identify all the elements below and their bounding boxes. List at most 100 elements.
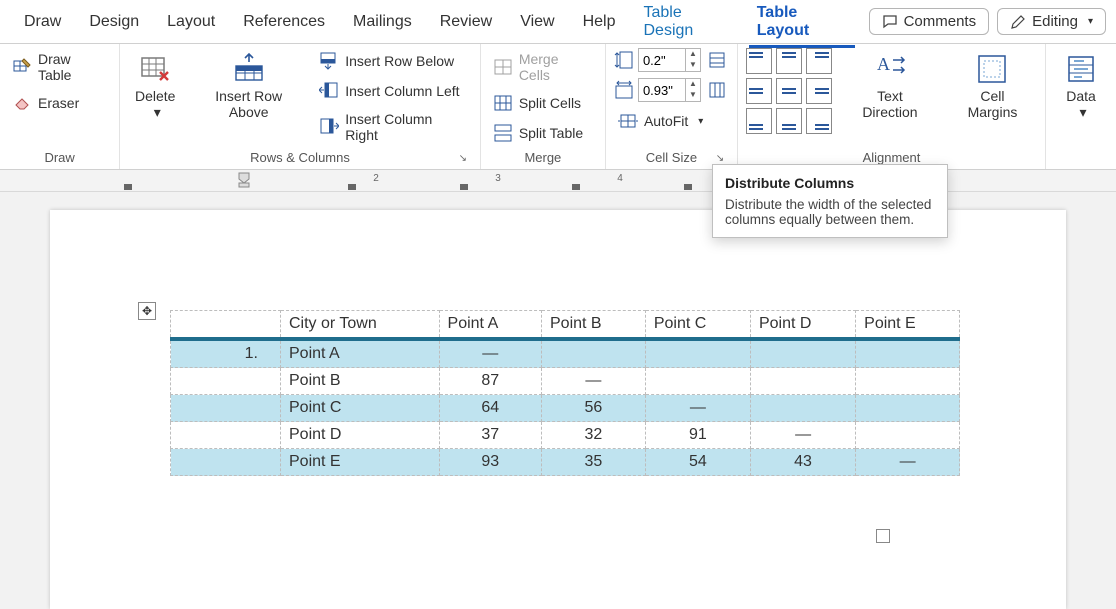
tab-table-layout[interactable]: Table Layout [743,0,861,50]
table-resize-handle[interactable] [876,529,890,543]
text-direction-button[interactable]: A Text Direction [842,48,938,124]
data-cell[interactable]: 54 [645,449,750,476]
row-number-cell[interactable] [171,368,281,395]
distribute-rows-icon [707,50,727,70]
draw-table-button[interactable]: Draw Table [8,48,111,86]
data-cell[interactable] [856,339,960,368]
data-cell[interactable]: 43 [750,449,855,476]
data-cell[interactable]: — [645,395,750,422]
tab-draw[interactable]: Draw [10,3,75,41]
spin-down[interactable]: ▼ [686,90,700,101]
data-cell[interactable]: 93 [439,449,541,476]
align-bot-left[interactable] [746,108,772,134]
data-cell[interactable] [750,368,855,395]
ruler-tab-marker[interactable] [348,184,356,190]
ruler-tab-marker[interactable] [572,184,580,190]
merge-cells-button[interactable]: Merge Cells [489,48,597,86]
row-label-cell[interactable]: Point A [281,339,440,368]
ruler-tab-marker[interactable] [460,184,468,190]
table-row[interactable]: Point D373291— [171,422,960,449]
data-cell[interactable]: — [750,422,855,449]
delete-button[interactable]: Delete ▾ [128,48,182,124]
split-cells-button[interactable]: Split Cells [489,90,597,116]
align-bot-center[interactable] [776,108,802,134]
row-number-cell[interactable] [171,422,281,449]
align-mid-left[interactable] [746,78,772,104]
table-row[interactable]: Point E93355443— [171,449,960,476]
row-height-input[interactable] [639,51,685,70]
row-label-cell[interactable]: Point B [281,368,440,395]
data-cell[interactable]: — [439,339,541,368]
column-width-field[interactable]: ▲ ▼ [638,78,701,102]
align-top-right[interactable] [806,48,832,74]
tab-review[interactable]: Review [426,3,506,41]
spin-up[interactable]: ▲ [686,49,700,60]
data-cell[interactable] [750,395,855,422]
data-cell[interactable]: 64 [439,395,541,422]
cell-size-launcher[interactable]: ↘ [713,151,727,165]
autofit-button[interactable]: AutoFit ▾ [614,108,729,134]
editing-mode-button[interactable]: Editing ▾ [997,8,1106,35]
tab-layout[interactable]: Layout [153,3,229,41]
insert-column-left-button[interactable]: Insert Column Left [315,78,472,104]
table-row[interactable]: Point C6456— [171,395,960,422]
insert-column-right-button[interactable]: Insert Column Right [315,108,472,146]
tab-references[interactable]: References [229,3,339,41]
tab-design[interactable]: Design [75,3,153,41]
data-cell[interactable] [856,422,960,449]
ruler-tab-marker[interactable] [124,184,132,190]
rows-cols-launcher[interactable]: ↘ [456,151,470,165]
align-mid-center[interactable] [776,78,802,104]
data-button[interactable]: Data ▾ [1054,48,1108,124]
tooltip-distribute-columns: Distribute Columns Distribute the width … [712,164,948,238]
data-cell[interactable]: 56 [542,395,646,422]
row-label-cell[interactable]: Point E [281,449,440,476]
row-number-cell[interactable]: 1. [171,339,281,368]
row-number-cell[interactable] [171,449,281,476]
distribute-rows-button[interactable] [705,48,729,72]
align-top-left[interactable] [746,48,772,74]
tab-help[interactable]: Help [569,3,630,41]
data-table[interactable]: City or Town Point A Point B Point C Poi… [170,310,960,476]
align-bot-right[interactable] [806,108,832,134]
row-height-field[interactable]: ▲ ▼ [638,48,701,72]
row-number-cell[interactable] [171,395,281,422]
insert-row-above-button[interactable]: Insert Row Above [188,48,309,124]
data-cell[interactable]: 32 [542,422,646,449]
cell-margins-button[interactable]: Cell Margins [948,48,1037,124]
data-cell[interactable]: 35 [542,449,646,476]
distribute-columns-button[interactable] [705,78,729,102]
spin-up[interactable]: ▲ [686,79,700,90]
data-cell[interactable]: — [542,368,646,395]
data-cell[interactable]: 87 [439,368,541,395]
data-cell[interactable] [645,339,750,368]
data-cell[interactable] [750,339,855,368]
ruler-indent-handle[interactable] [238,172,250,188]
data-cell[interactable]: 91 [645,422,750,449]
column-width-input[interactable] [639,81,685,100]
comments-button[interactable]: Comments [869,8,990,35]
tab-mailings[interactable]: Mailings [339,3,426,41]
table-row[interactable]: Point B87— [171,368,960,395]
data-cell[interactable] [542,339,646,368]
split-table-button[interactable]: Split Table [489,120,597,146]
table-row[interactable]: 1.Point A— [171,339,960,368]
page[interactable]: ✥ City or Town Point A Point B Point C P… [50,210,1066,609]
data-cell[interactable] [856,395,960,422]
ruler-tab-marker[interactable] [684,184,692,190]
table-move-handle[interactable]: ✥ [138,302,156,320]
horizontal-ruler[interactable]: 2 3 4 [0,170,1116,192]
row-label-cell[interactable]: Point D [281,422,440,449]
data-cell[interactable]: — [856,449,960,476]
tab-table-design[interactable]: Table Design [629,0,742,50]
align-mid-right[interactable] [806,78,832,104]
data-cell[interactable] [645,368,750,395]
tab-view[interactable]: View [506,3,568,41]
spin-down[interactable]: ▼ [686,60,700,71]
row-label-cell[interactable]: Point C [281,395,440,422]
align-top-center[interactable] [776,48,802,74]
data-cell[interactable] [856,368,960,395]
insert-row-below-button[interactable]: Insert Row Below [315,48,472,74]
eraser-button[interactable]: Eraser [8,90,111,116]
data-cell[interactable]: 37 [439,422,541,449]
